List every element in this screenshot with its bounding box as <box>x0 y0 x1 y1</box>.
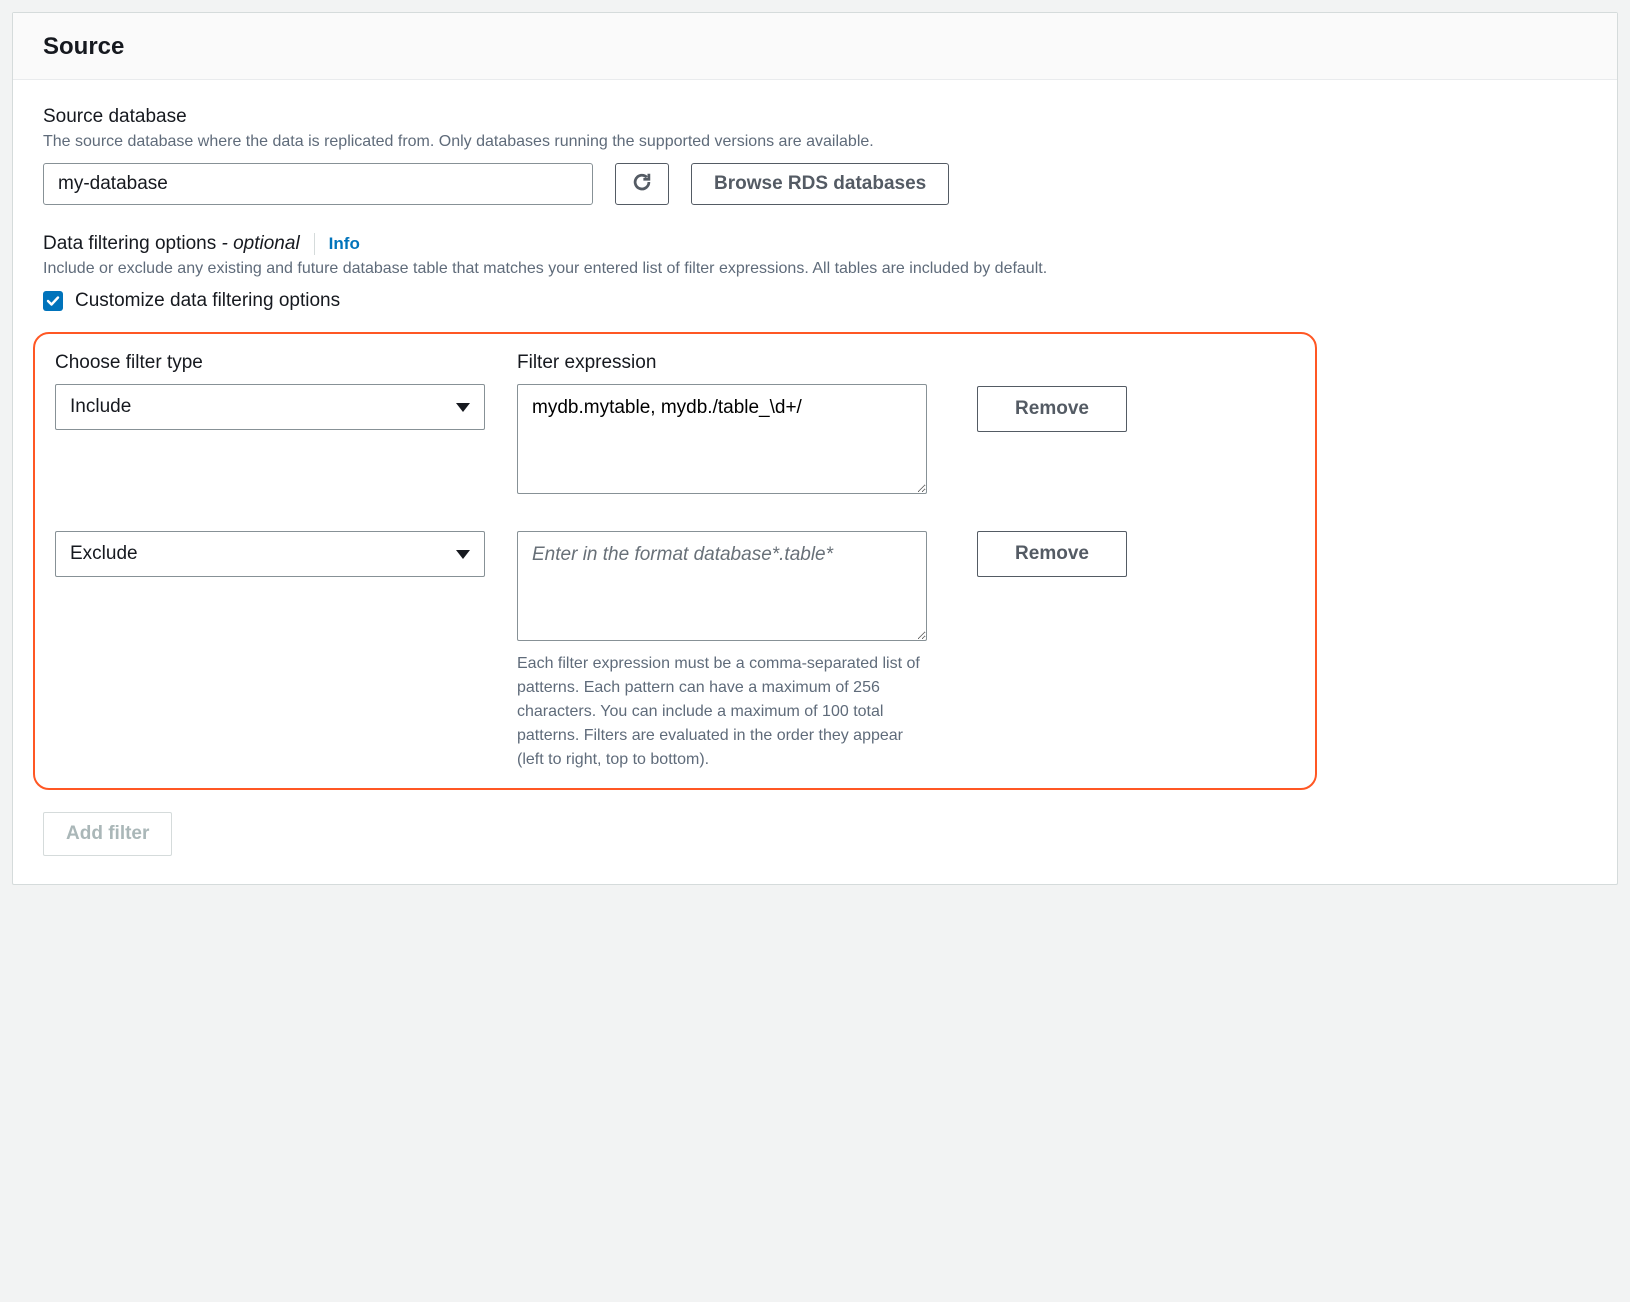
remove-filter-button-0[interactable]: Remove <box>977 386 1127 432</box>
panel-title: Source <box>43 33 1587 61</box>
panel-header: Source <box>13 13 1617 80</box>
browse-rds-label: Browse RDS databases <box>714 173 926 195</box>
divider <box>314 233 315 255</box>
filter-type-header: Choose filter type <box>55 352 485 374</box>
chevron-down-icon <box>456 550 470 559</box>
filter-type-value-0: Include <box>70 396 131 418</box>
filtering-label: Data filtering options - optional <box>43 233 300 255</box>
filter-expression-header: Filter expression <box>517 352 927 374</box>
filtering-description: Include or exclude any existing and futu… <box>43 257 1587 280</box>
refresh-icon <box>631 171 653 198</box>
remove-filter-button-1[interactable]: Remove <box>977 531 1127 577</box>
data-filtering-section: Data filtering options - optional Info I… <box>43 233 1587 856</box>
refresh-button[interactable] <box>615 163 669 205</box>
filter-type-select-0[interactable]: Include <box>55 384 485 430</box>
source-panel: Source Source database The source databa… <box>12 12 1618 885</box>
source-database-select[interactable]: my-database <box>43 163 593 205</box>
source-database-value: my-database <box>58 173 168 195</box>
customize-filtering-label: Customize data filtering options <box>75 290 340 312</box>
chevron-down-icon <box>456 403 470 412</box>
check-icon <box>46 294 60 308</box>
browse-rds-button[interactable]: Browse RDS databases <box>691 163 949 205</box>
filter-rows-highlight: Choose filter type Include Filter expres… <box>33 332 1317 790</box>
info-link[interactable]: Info <box>329 234 360 254</box>
panel-body: Source database The source database wher… <box>13 80 1617 884</box>
source-database-description: The source database where the data is re… <box>43 130 1587 153</box>
filter-expression-help: Each filter expression must be a comma-s… <box>517 652 927 772</box>
source-database-section: Source database The source database wher… <box>43 106 1587 205</box>
filter-expression-input-1[interactable] <box>517 531 927 641</box>
filter-type-value-1: Exclude <box>70 543 138 565</box>
filter-type-select-1[interactable]: Exclude <box>55 531 485 577</box>
filter-expression-input-0[interactable] <box>517 384 927 494</box>
add-filter-button[interactable]: Add filter <box>43 812 172 856</box>
customize-filtering-checkbox[interactable] <box>43 291 63 311</box>
source-database-label: Source database <box>43 106 1587 128</box>
